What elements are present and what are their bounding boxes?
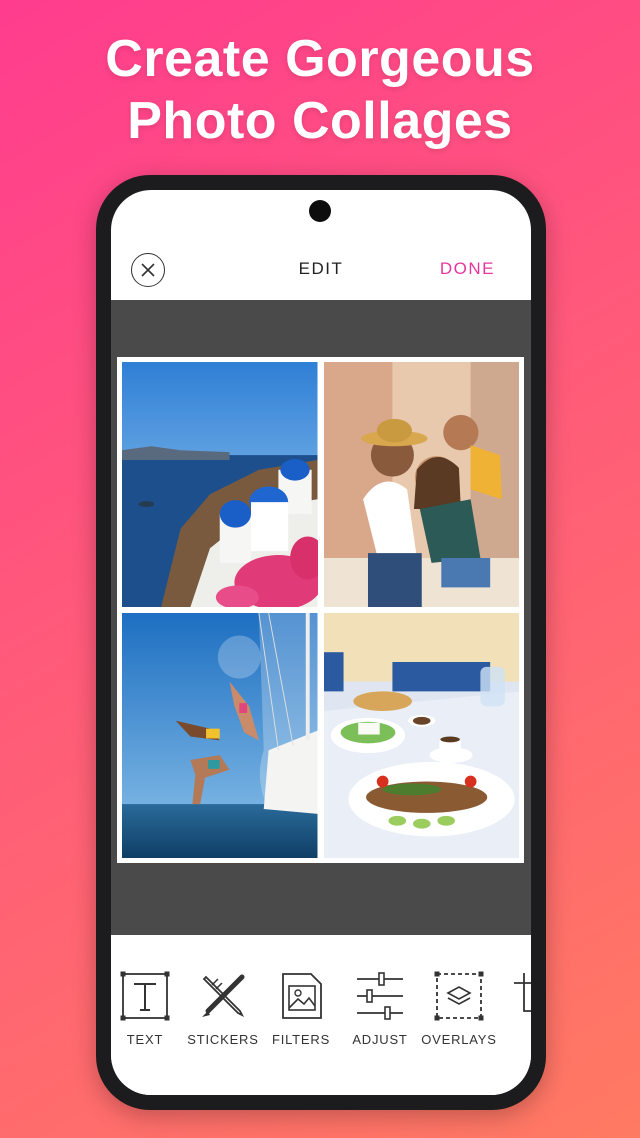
tool-adjust[interactable]: ADJUST xyxy=(335,971,425,1047)
collage-photo-friends[interactable] xyxy=(323,362,519,607)
tool-label: STICKERS xyxy=(187,1032,259,1047)
collage-photo-food[interactable] xyxy=(323,613,519,858)
tool-label: ADJUST xyxy=(352,1032,408,1047)
headline-line-2: Photo Collages xyxy=(127,92,513,150)
collage-canvas xyxy=(111,300,531,935)
collage-grid xyxy=(117,357,524,863)
tool-label: FILTERS xyxy=(271,1032,331,1047)
front-camera xyxy=(309,200,331,222)
tool-filters[interactable]: FILTERS xyxy=(256,971,346,1047)
crop-icon xyxy=(514,973,531,1012)
edit-top-bar: EDIT DONE xyxy=(111,240,531,300)
done-button[interactable]: DONE xyxy=(440,259,495,279)
overlays-icon xyxy=(434,971,484,1021)
tool-overlays[interactable]: OVERLAYS xyxy=(414,971,504,1047)
adjust-sliders-icon xyxy=(357,972,403,1020)
tool-stickers[interactable]: STICKERS xyxy=(178,971,268,1047)
stickers-icon xyxy=(202,974,245,1018)
headline-line-1: Create Gorgeous xyxy=(105,30,535,88)
collage-photo-boat-jump[interactable] xyxy=(122,613,318,858)
collage-photo-santorini[interactable] xyxy=(122,362,318,607)
tool-label: C xyxy=(492,1032,531,1047)
phone-frame: EDIT DONE TEXT STICKERS FILTERS ADJUST O… xyxy=(96,175,546,1110)
text-icon xyxy=(120,971,170,1021)
tool-crop[interactable]: C xyxy=(492,971,531,1047)
tool-label: OVERLAYS xyxy=(421,1032,497,1047)
phone-screen: EDIT DONE TEXT STICKERS FILTERS ADJUST O… xyxy=(111,190,531,1095)
filters-icon xyxy=(282,973,322,1019)
bottom-toolbar: TEXT STICKERS FILTERS ADJUST OVERLAYS xyxy=(111,935,531,1095)
promo-headline: Create Gorgeous Photo Collages xyxy=(0,28,640,152)
